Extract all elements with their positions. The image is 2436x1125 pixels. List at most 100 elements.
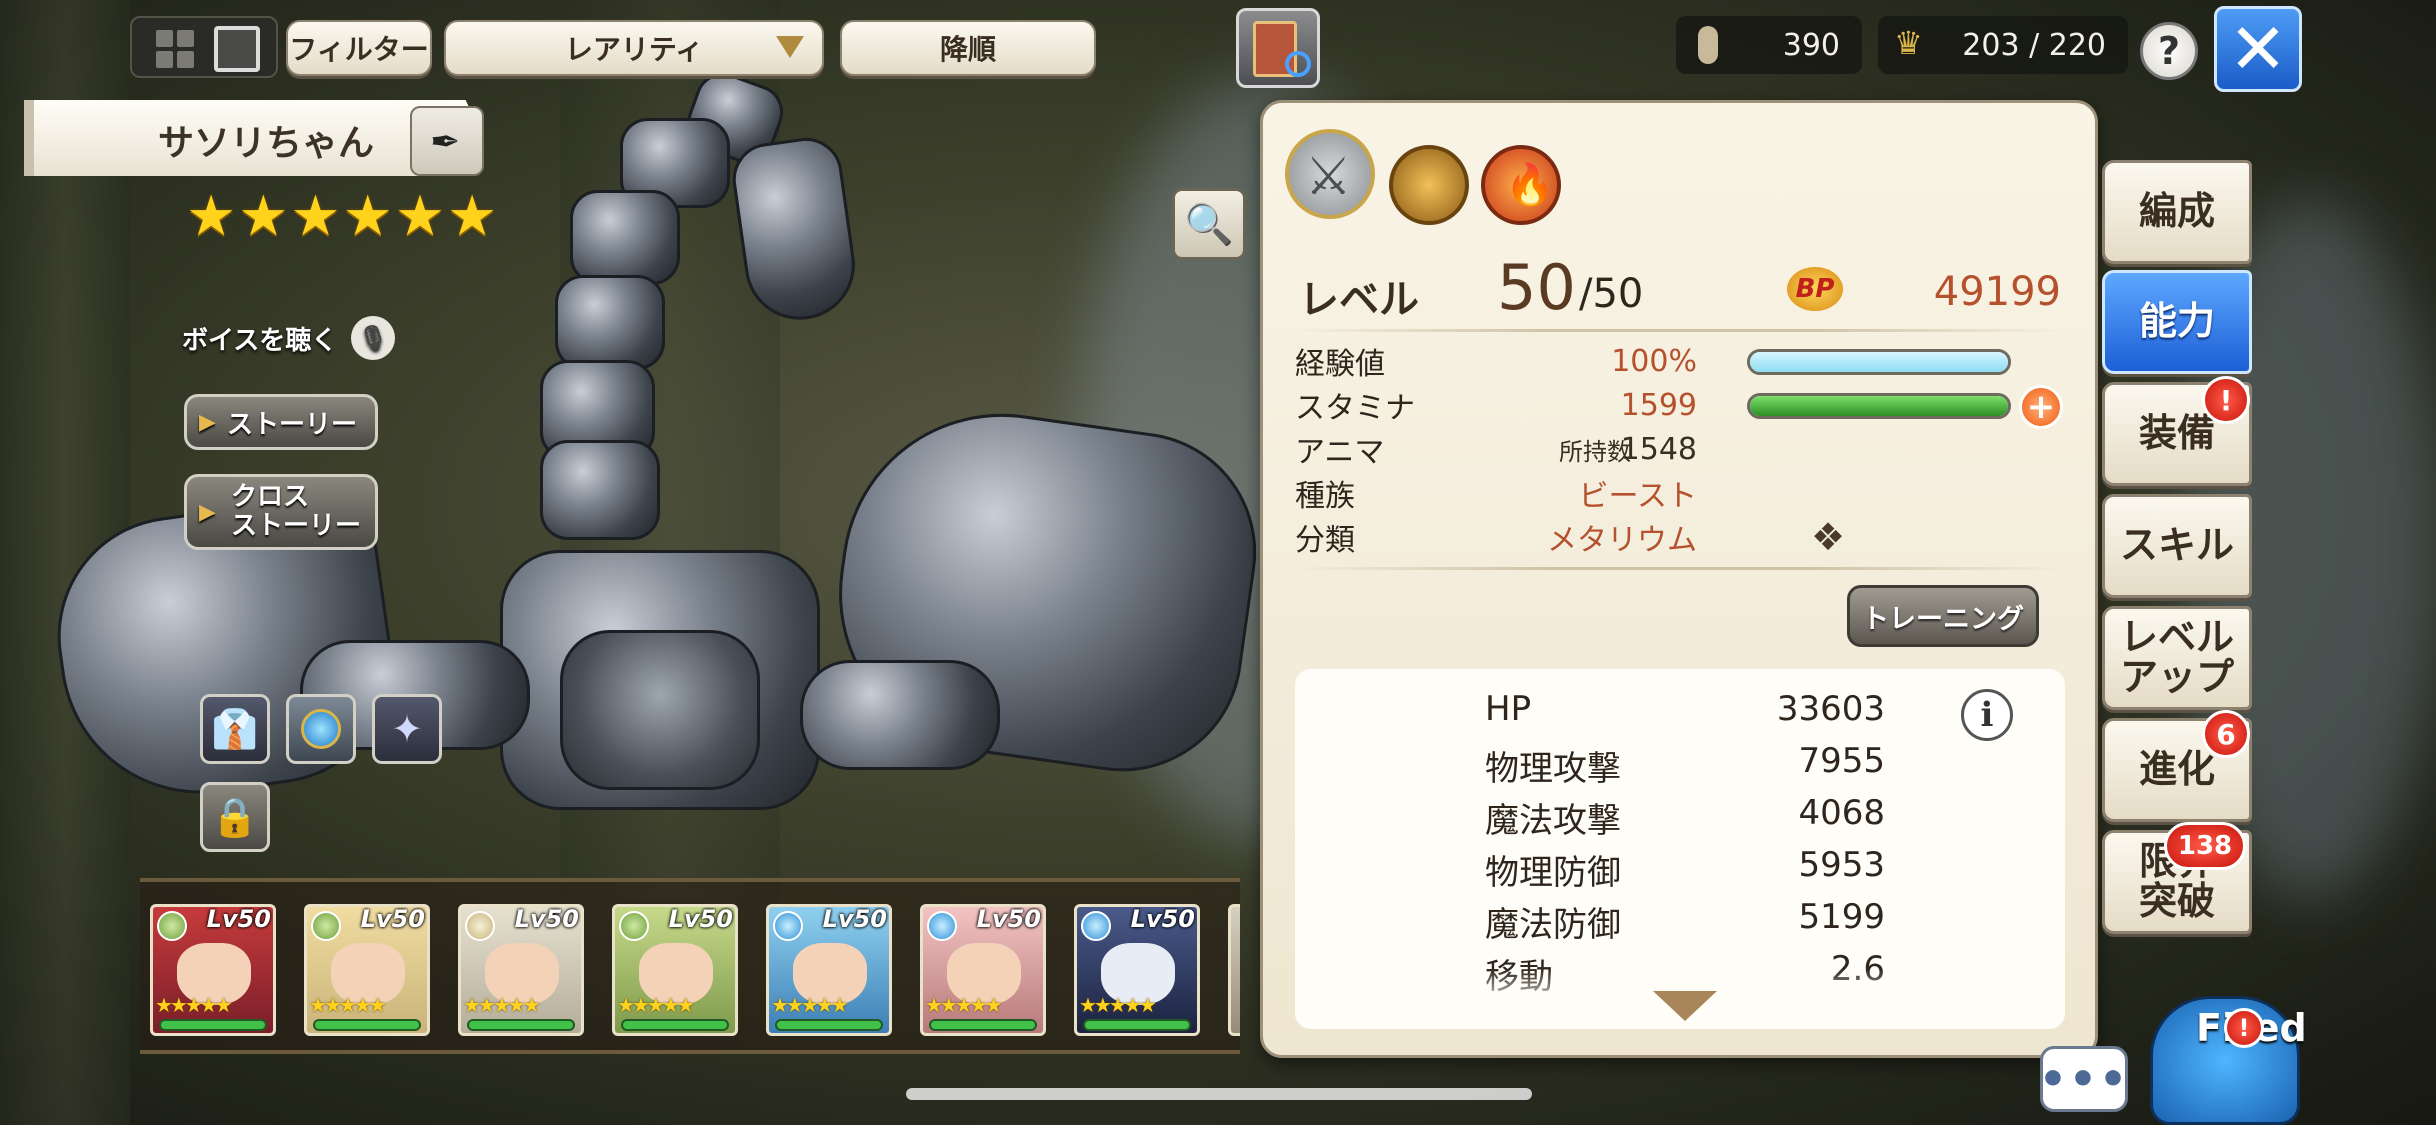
notification-badge: ! <box>2224 1008 2264 1048</box>
party-unit[interactable]: Lv50 ★★★★★ <box>766 904 892 1036</box>
stat-label: 物理攻撃 <box>1485 749 1621 789</box>
training-button[interactable]: トレーニング <box>1847 585 2039 647</box>
stat-mag-attack: 魔法攻撃 4068 <box>1485 793 1885 843</box>
notification-badge: 138 <box>2164 822 2246 870</box>
bp-icon: BP <box>1787 267 1843 311</box>
party-bar[interactable]: Lv50 ★★★★★ Lv50 ★★★★★ Lv50 ★★★★★ Lv50 ★★… <box>140 878 1240 1054</box>
level-value: 50 <box>1497 251 1576 324</box>
unit-stars: ★★★★★ <box>309 993 387 1017</box>
unit-level: Lv50 <box>668 905 733 933</box>
party-unit[interactable]: Lv50 ★★★★★ <box>458 904 584 1036</box>
flame-icon: 🔥 <box>1481 145 1561 225</box>
party-unit[interactable]: Lv50 ★★★★★ <box>304 904 430 1036</box>
category-row: 分類 メタリウム ❖ <box>1295 515 2063 559</box>
stats-box[interactable]: HP 33603 物理攻撃 7955 魔法攻撃 4068 物理防御 5953 魔法防御 5… <box>1295 669 2065 1029</box>
story-button[interactable]: ▶ ストーリー <box>184 394 378 450</box>
grid-view-icon[interactable] <box>156 30 194 68</box>
tab-formation[interactable]: 編成 <box>2102 160 2252 264</box>
unit-hp-bar <box>929 1019 1037 1031</box>
element-icon <box>1081 911 1111 941</box>
stamina-value: 1599 <box>1620 387 1697 423</box>
gem-icon[interactable] <box>286 694 356 764</box>
unit-hp-bar <box>467 1019 575 1031</box>
stat-value: 5953 <box>1798 845 1885 885</box>
close-button[interactable]: ✕ <box>2214 6 2302 92</box>
currency-counter: 390 <box>1676 16 1862 74</box>
filter-button[interactable]: フィルター <box>286 20 432 76</box>
add-stamina-button[interactable]: + <box>2019 385 2063 429</box>
pen-icon: ✒ <box>430 122 461 163</box>
voice-label: ボイスを聴く <box>182 325 338 356</box>
unit-level: Lv50 <box>822 905 887 933</box>
level-max: /50 <box>1579 271 1644 317</box>
sort-select[interactable]: レアリティ <box>444 20 824 76</box>
party-unit[interactable] <box>1228 904 1240 1036</box>
lock-icon[interactable]: 🔒 <box>200 782 270 852</box>
tab-skill[interactable]: スキル <box>2102 494 2252 598</box>
order-button[interactable]: 降順 <box>840 20 1096 76</box>
edit-name-button[interactable]: ✒ <box>410 106 484 176</box>
tab-ability[interactable]: 能力 <box>2102 270 2252 374</box>
cross-story-label-1: クロス <box>231 482 310 513</box>
scroll-down-icon[interactable] <box>1653 991 1717 1021</box>
unit-stars: ★★★★★ <box>771 993 849 1017</box>
element-icon <box>927 911 957 941</box>
stat-label: HP <box>1485 689 1532 729</box>
divider <box>1293 329 2065 332</box>
magnifier-icon: 🔍 <box>1184 201 1234 248</box>
element-icon <box>773 911 803 941</box>
zoom-button[interactable]: 🔍 <box>1172 188 1246 260</box>
party-unit[interactable]: Lv50 ★★★★★ <box>920 904 1046 1036</box>
exp-bar-fill <box>1750 352 2008 372</box>
help-button[interactable]: ? <box>2140 22 2198 80</box>
home-indicator[interactable] <box>906 1088 1532 1100</box>
figure-icon <box>1698 26 1718 64</box>
notification-badge: 6 <box>2202 710 2250 758</box>
anima-row: アニマ 所持数 1548 <box>1295 427 2063 471</box>
chat-button[interactable]: ••• <box>2039 1046 2128 1112</box>
status-panel: ⚔ 🔥 レベル 50 /50 BP 49199 経験値 100% スタミナ 15… <box>1260 100 2098 1058</box>
stat-value: 5199 <box>1798 897 1885 937</box>
race-row: 種族 ビースト <box>1295 471 2063 515</box>
category-value: メタリウム <box>1547 523 1697 558</box>
tab-level-up[interactable]: レベル アップ <box>2102 606 2252 710</box>
unit-hp-bar <box>313 1019 421 1031</box>
party-unit[interactable]: Lv50 ★★★★★ <box>150 904 276 1036</box>
tab-label: 進化 <box>2138 747 2215 792</box>
metallium-icon: ❖ <box>1811 515 1846 559</box>
stat-value: 4068 <box>1798 793 1885 833</box>
unit-level: Lv50 <box>360 905 425 933</box>
stat-value: 33603 <box>1776 689 1885 729</box>
book-icon[interactable] <box>1236 8 1320 88</box>
party-unit[interactable]: Lv50 ★★★★★ <box>612 904 738 1036</box>
microphone-icon: 🎙 <box>351 316 396 360</box>
voice-button[interactable]: ボイスを聴く 🎙 <box>182 316 396 360</box>
tab-label: 突破 <box>2138 879 2215 923</box>
party-unit[interactable]: Lv50 ★★★★★ <box>1074 904 1200 1036</box>
category-label: 分類 <box>1295 523 1355 558</box>
race-label: 種族 <box>1295 479 1355 514</box>
shuriken-icon[interactable]: ✦ <box>372 694 442 764</box>
element-icon <box>157 911 187 941</box>
sort-select-value: レアリティ <box>564 33 704 66</box>
race-value: ビースト <box>1578 479 1698 514</box>
info-button[interactable]: i <box>1961 689 2013 741</box>
stat-label: 魔法防御 <box>1485 905 1621 945</box>
divider <box>1293 567 2065 570</box>
view-mode-toggle[interactable] <box>130 16 278 78</box>
stamina-bar-fill <box>1750 396 2008 416</box>
crown-icon: ♛ <box>1894 24 1923 62</box>
unit-level: Lv50 <box>1130 905 1195 933</box>
single-view-icon[interactable] <box>214 26 260 72</box>
stat-label: 物理防御 <box>1485 853 1621 893</box>
costume-icon[interactable]: 👔 <box>200 694 270 764</box>
cross-story-button[interactable]: ▶ クロス ストーリー <box>184 474 378 550</box>
unit-hp-bar <box>1083 1019 1191 1031</box>
element-icon <box>465 911 495 941</box>
boot-icon <box>1389 145 1469 225</box>
stamina-bar <box>1747 393 2011 419</box>
stamina-label: スタミナ <box>1295 391 1415 426</box>
fired-mascot[interactable]: Fired ! <box>2140 976 2320 1125</box>
stat-value: 7955 <box>1798 741 1885 781</box>
stat-phys-defense: 物理防御 5953 <box>1485 845 1885 895</box>
